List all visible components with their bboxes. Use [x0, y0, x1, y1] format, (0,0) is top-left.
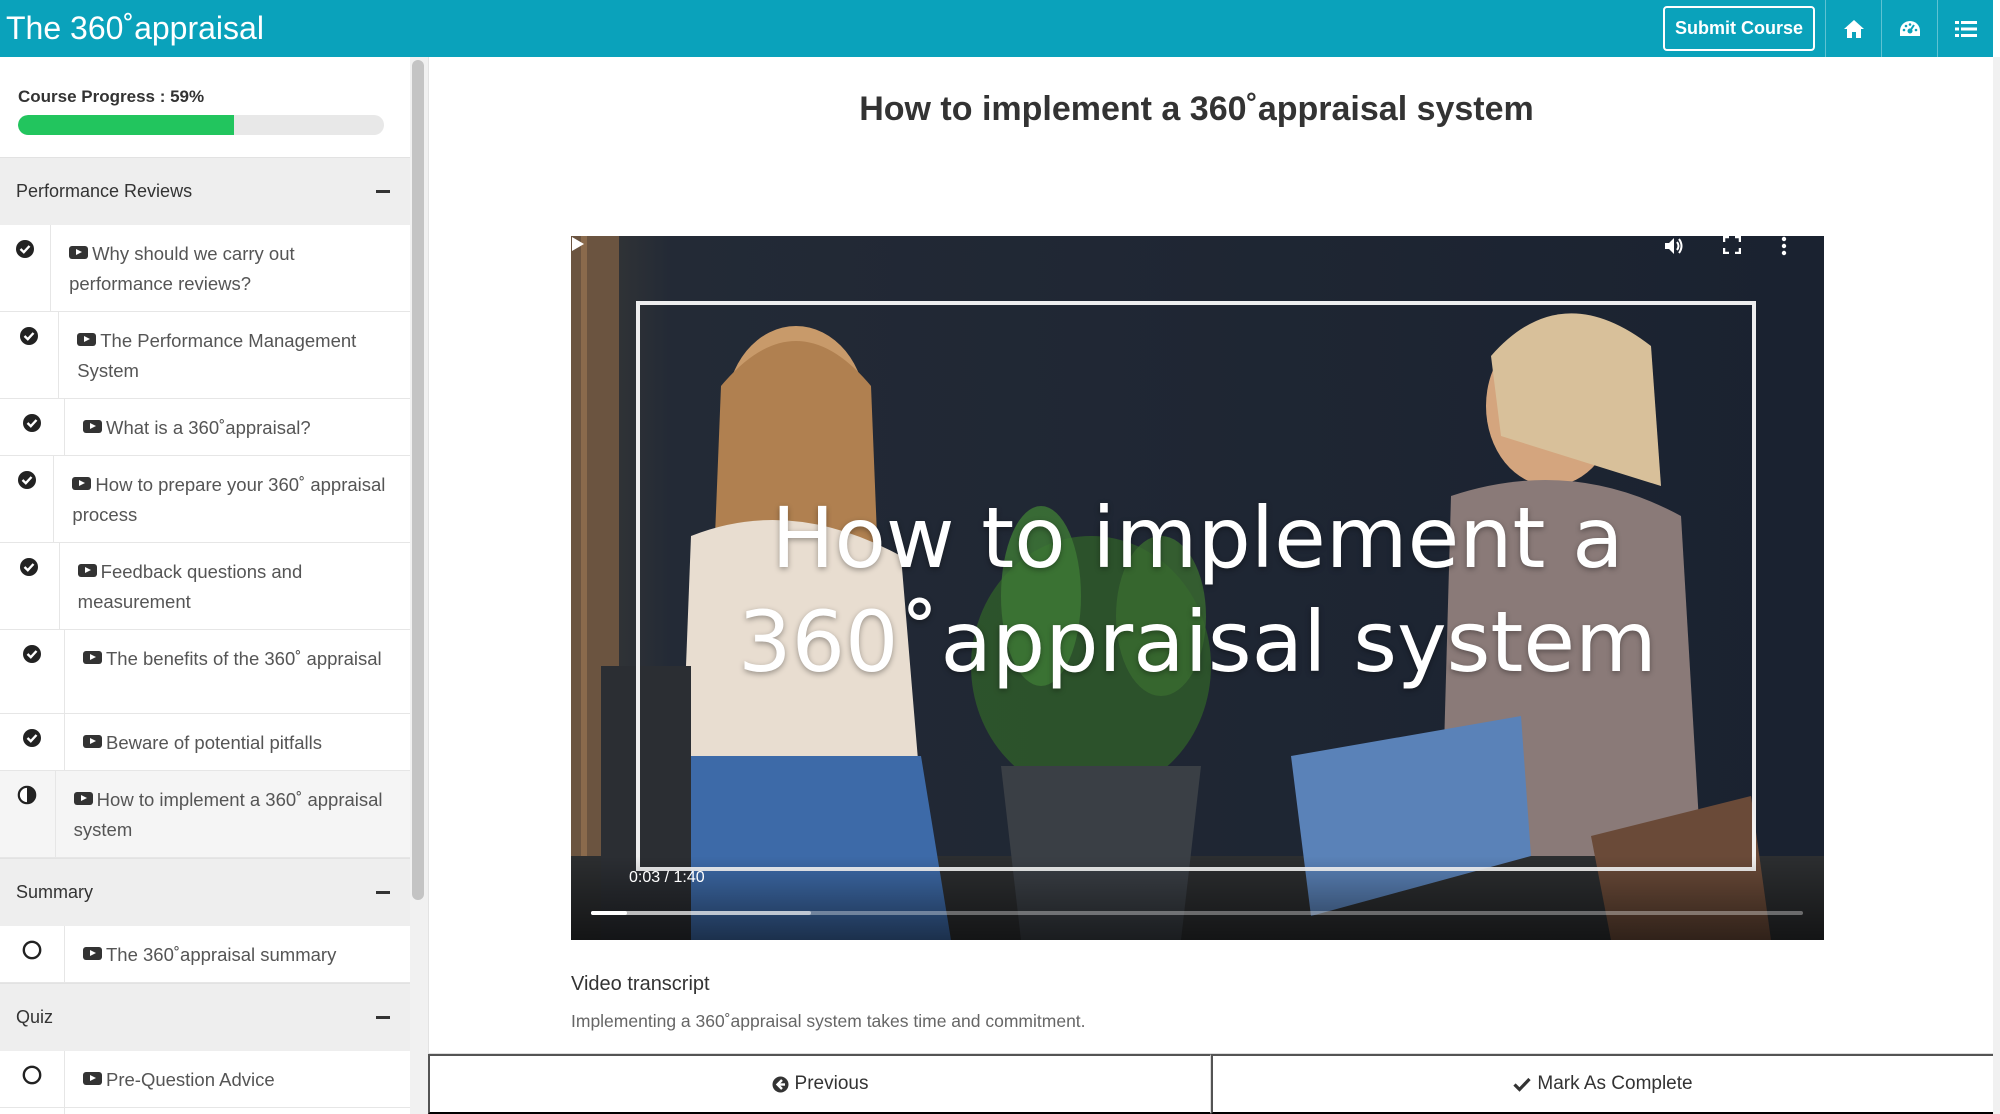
lesson-item[interactable]: How to prepare your 360˚ appraisal proce…	[0, 456, 410, 543]
section-header-summary[interactable]: Summary	[0, 858, 410, 926]
lesson-label: Why should we carry out performance revi…	[69, 243, 295, 294]
lesson-label: Feedback questions and measurement	[77, 561, 303, 612]
course-title: The 360˚appraisal	[6, 10, 264, 46]
check-circle-icon	[22, 728, 42, 770]
video-overlay-line-1: How to implement a	[771, 489, 1624, 587]
section-title: Quiz	[16, 1007, 54, 1027]
video-player[interactable]: How to implement a 360˚appraisal system …	[571, 236, 1824, 940]
video-seek-bar[interactable]	[591, 911, 1803, 915]
lesson-item[interactable]: Beware of potential pitfalls	[0, 714, 410, 771]
lesson-label: How to prepare your 360˚ appraisal proce…	[72, 474, 386, 525]
home-icon	[1843, 19, 1864, 38]
video-icon	[83, 420, 102, 433]
more-options-icon[interactable]	[1781, 236, 1787, 256]
previous-label: Previous	[794, 1073, 869, 1094]
course-sidebar: Course Progress : 59% Performance Review…	[0, 57, 410, 1114]
video-controls	[571, 856, 1824, 940]
submit-course-button[interactable]: Submit Course	[1662, 6, 1815, 51]
lesson-label: The benefits of the 360˚ appraisal	[106, 648, 382, 669]
dashboard-button[interactable]	[1881, 0, 1937, 57]
lesson-item[interactable]: What is a 360˚appraisal?	[0, 399, 410, 456]
lesson-item[interactable]	[0, 1108, 410, 1114]
main-scroll-track	[1993, 57, 2000, 1114]
lesson-item[interactable]: The 360˚appraisal summary	[0, 926, 410, 983]
lesson-item[interactable]: The benefits of the 360˚ appraisal	[0, 630, 410, 714]
arrow-left-circle-icon	[772, 1076, 789, 1092]
video-overlay-line-2: 360˚appraisal system	[738, 593, 1657, 691]
lesson-footer: Previous Mark As Complete	[428, 1053, 1993, 1114]
section-header-quiz[interactable]: Quiz	[0, 983, 410, 1051]
progress-bar	[18, 115, 384, 135]
empty-circle-icon	[22, 940, 42, 982]
progress-bar-fill	[18, 115, 234, 135]
video-overlay-title: How to implement a 360˚appraisal system	[571, 486, 1824, 694]
mark-complete-label: Mark As Complete	[1537, 1073, 1693, 1094]
play-icon[interactable]	[571, 236, 585, 252]
video-icon	[69, 246, 89, 259]
lesson-label: Beware of potential pitfalls	[106, 732, 322, 753]
sidebar-scrollbar[interactable]	[412, 60, 424, 900]
volume-icon[interactable]	[1663, 236, 1685, 256]
check-circle-icon	[19, 557, 39, 629]
video-icon	[83, 947, 102, 960]
lesson-item[interactable]: Why should we carry out performance revi…	[0, 225, 410, 312]
fullscreen-icon[interactable]	[1723, 236, 1741, 254]
lesson-label: How to implement a 360˚ appraisal system	[73, 789, 383, 840]
video-icon	[72, 477, 92, 490]
previous-button[interactable]: Previous	[428, 1054, 1211, 1114]
check-circle-icon	[17, 470, 37, 542]
dashboard-icon	[1899, 20, 1920, 36]
check-circle-icon	[22, 413, 42, 455]
empty-circle-icon	[22, 1065, 42, 1107]
course-menu-button[interactable]	[1937, 0, 1993, 57]
progress-label: Course Progress : 59%	[18, 87, 205, 106]
check-circle-icon	[19, 326, 39, 398]
course-progress: Course Progress : 59%	[0, 57, 410, 157]
video-icon	[83, 735, 102, 748]
lesson-label: What is a 360˚appraisal?	[106, 417, 311, 438]
section-title: Performance Reviews	[16, 181, 193, 201]
video-icon	[83, 1072, 102, 1085]
video-time: 0:03 / 1:40	[629, 869, 705, 886]
check-circle-icon	[22, 644, 42, 713]
video-icon	[83, 651, 102, 664]
lesson-label: The Performance Management System	[77, 330, 357, 381]
collapse-icon[interactable]	[376, 190, 390, 193]
video-icon	[73, 792, 93, 805]
lesson-label: Pre-Question Advice	[106, 1069, 275, 1090]
video-played	[591, 911, 628, 915]
check-circle-icon	[15, 239, 35, 311]
collapse-icon[interactable]	[376, 1016, 390, 1019]
half-circle-icon	[17, 785, 37, 857]
lesson-item[interactable]: The Performance Management System	[0, 312, 410, 399]
checkmark-icon	[1513, 1077, 1532, 1092]
section-title: Summary	[16, 882, 94, 902]
section-header-performance-reviews[interactable]: Performance Reviews	[0, 157, 410, 225]
top-bar: The 360˚appraisal Submit Course	[0, 0, 2000, 57]
transcript-heading: Video transcript	[571, 973, 710, 995]
video-icon	[77, 333, 97, 346]
transcript-text: Implementing a 360˚appraisal system take…	[571, 1011, 1086, 1031]
mark-complete-button[interactable]: Mark As Complete	[1211, 1054, 1993, 1114]
lesson-item[interactable]: Feedback questions and measurement	[0, 543, 410, 630]
page-title: How to implement a 360˚appraisal system	[859, 90, 1534, 128]
lesson-label: The 360˚appraisal summary	[106, 944, 337, 965]
list-icon	[1954, 20, 1977, 37]
video-icon	[77, 564, 97, 577]
collapse-icon[interactable]	[376, 891, 390, 894]
home-button[interactable]	[1825, 0, 1881, 57]
lesson-item[interactable]: Pre-Question Advice	[0, 1051, 410, 1108]
lesson-item-active[interactable]: How to implement a 360˚ appraisal system	[0, 771, 410, 858]
